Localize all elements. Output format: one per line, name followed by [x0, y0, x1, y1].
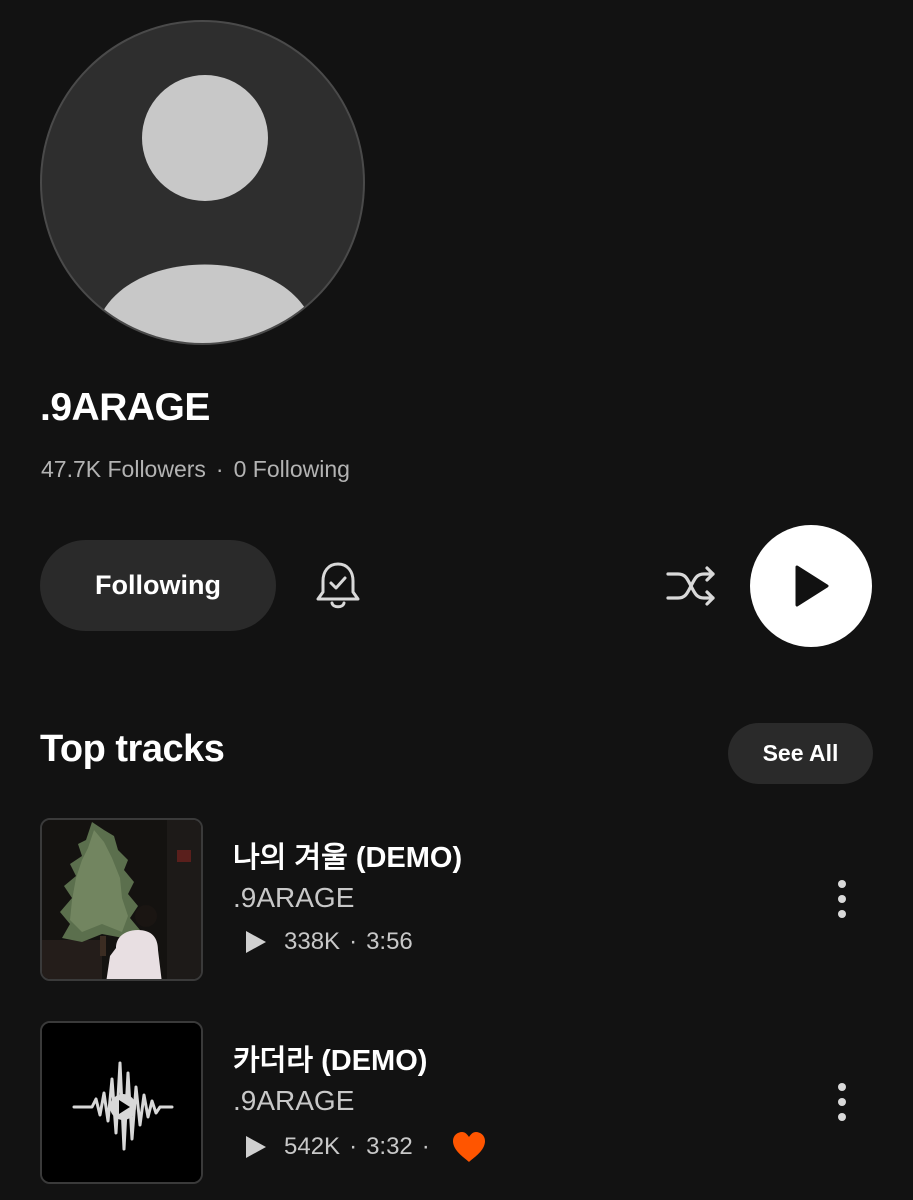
track-more-button[interactable] [824, 1079, 860, 1125]
track-artist[interactable]: .9ARAGE [233, 1085, 354, 1117]
track-artist[interactable]: .9ARAGE [233, 882, 354, 914]
meta-separator: · [349, 928, 358, 955]
notification-bell-button[interactable] [308, 556, 368, 616]
more-vertical-icon [838, 1083, 846, 1121]
shuffle-icon [666, 566, 715, 606]
track-more-button[interactable] [824, 876, 860, 922]
track-artwork [40, 1021, 203, 1184]
play-count-icon [242, 929, 268, 955]
track-row[interactable]: 나의 겨울 (DEMO) .9ARAGE 338K · 3:56 [0, 818, 913, 982]
top-tracks-heading: Top tracks [40, 728, 225, 770]
followers-count[interactable]: 47.7K Followers [41, 456, 206, 482]
track-artwork [40, 818, 203, 981]
waveform-artwork [42, 1023, 201, 1182]
more-vertical-icon [838, 880, 846, 918]
following-count[interactable]: 0 Following [234, 456, 350, 482]
play-count-icon [242, 1134, 268, 1160]
default-avatar-icon [100, 75, 310, 343]
track-meta: 542K · 3:32 · [242, 1131, 487, 1163]
liked-heart-icon[interactable] [451, 1131, 487, 1163]
artist-name: .9ARAGE [40, 386, 210, 429]
artist-stats: 47.7K Followers · 0 Following [41, 456, 350, 483]
meta-separator: · [349, 1133, 358, 1160]
stats-separator: · [215, 456, 224, 482]
meta-separator: · [421, 1133, 430, 1160]
play-icon [795, 565, 829, 607]
artist-avatar [40, 20, 365, 345]
track-title[interactable]: 카더라 (DEMO) [233, 1037, 427, 1079]
track-duration: 3:56 [366, 928, 413, 955]
play-count: 338K [284, 928, 341, 955]
track-row[interactable]: 카더라 (DEMO) .9ARAGE 542K · 3:32 · [0, 1021, 913, 1185]
track-title[interactable]: 나의 겨울 (DEMO) [233, 834, 462, 876]
track-meta: 338K · 3:56 [242, 928, 413, 956]
see-all-button[interactable]: See All [728, 723, 873, 784]
bell-check-icon [316, 562, 360, 609]
track-duration: 3:32 [366, 1133, 413, 1160]
shuffle-button[interactable] [660, 558, 722, 614]
following-button[interactable]: Following [40, 540, 276, 631]
tree-photo-artwork [42, 820, 201, 979]
play-all-button[interactable] [750, 525, 872, 647]
play-count: 542K [284, 1133, 341, 1160]
